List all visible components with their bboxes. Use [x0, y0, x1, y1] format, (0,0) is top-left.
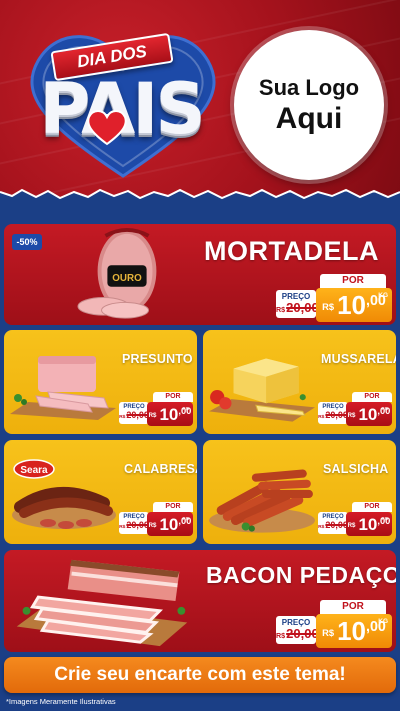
torn-paper-edge: [0, 188, 400, 206]
por-label: POR: [320, 274, 386, 288]
product-title: MORTADELA: [204, 236, 379, 266]
small-heart-icon: [87, 110, 127, 146]
por-label: POR: [352, 392, 392, 402]
price-tag: POR PREÇO R$20,00 R$ 10 ,00 KG: [318, 392, 392, 426]
old-price-box: PREÇO R$20,00: [119, 512, 149, 534]
discount-badge: -50%: [12, 234, 42, 250]
new-price: R$ 10 ,00 KG: [346, 512, 392, 536]
product-title: MUSSARELA: [321, 352, 396, 366]
price-tag: POR PREÇO R$20,00 R$ 10 ,00 KG: [318, 502, 392, 536]
old-price: R$20,00: [119, 410, 149, 420]
price-tag: POR PREÇO R$20,00 R$ 10 ,00 KG: [119, 392, 193, 426]
mortadela-image: OURO: [77, 227, 157, 319]
old-price-box: PREÇO R$20,00: [276, 290, 319, 318]
price-tag: POR PREÇO R$20,00 R$ 10 ,00 KG: [119, 502, 193, 536]
old-price-box: PREÇO R$20,00: [318, 512, 348, 534]
product-card-salsicha[interactable]: SALSICHA POR PREÇO R$20,00 R$ 10 ,00 KG: [203, 440, 396, 544]
product-title: SALSICHA: [323, 462, 389, 476]
header: DIA DOS PAIS Sua Logo Aqui: [0, 0, 400, 200]
product-title: BACON PEDAÇO: [206, 562, 396, 588]
price-tag: POR PREÇO R$20,00 R$ 10 ,00 KG: [276, 274, 392, 324]
old-price-box: PREÇO R$20,00: [119, 402, 149, 424]
mussarela-image: [209, 358, 315, 422]
old-price: R$20,00: [318, 520, 348, 530]
brand-label: OURO: [112, 273, 142, 284]
new-price: R$ 10 ,00 KG: [316, 288, 392, 322]
bacon-image: [16, 559, 188, 647]
presunto-image: [10, 356, 116, 420]
product-card-presunto[interactable]: PRESUNTO POR PREÇO R$20,00 R$ 10 ,00 KG: [4, 330, 197, 434]
old-price: R$20,00: [318, 410, 348, 420]
old-price: R$20,00: [276, 626, 319, 641]
new-price: R$ 10 ,00 KG: [147, 402, 193, 426]
logo-line-1: Sua Logo: [258, 75, 360, 100]
disclaimer-text: *Imagens Meramente Ilustrativas: [6, 697, 116, 706]
new-price: R$ 10 ,00 KG: [346, 402, 392, 426]
old-price-box: PREÇO R$20,00: [318, 402, 348, 424]
por-label: POR: [320, 600, 386, 614]
logo-line-2: Aqui: [275, 102, 343, 135]
create-flyer-button[interactable]: Crie seu encarte com este tema!: [4, 657, 396, 693]
old-price: R$20,00: [119, 520, 149, 530]
store-logo-placeholder: Sua Logo Aqui: [234, 30, 384, 180]
product-card-mussarela[interactable]: MUSSARELA POR PREÇO R$20,00 R$ 10 ,00 KG: [203, 330, 396, 434]
product-card-bacon[interactable]: BACON PEDAÇO POR PREÇO R$20,00 R$ 10 ,00…: [4, 550, 396, 652]
salsicha-image: [209, 469, 315, 533]
old-price: R$20,00: [276, 300, 319, 315]
calabresa-image: Seara: [12, 459, 116, 529]
product-title: PRESUNTO: [122, 352, 193, 366]
por-label: POR: [352, 502, 392, 512]
product-card-mortadela[interactable]: -50% OURO MORTADELA POR PREÇO R$20,00 R$…: [4, 224, 396, 325]
old-price-box: PREÇO R$20,00: [276, 616, 319, 644]
new-price: R$ 10 ,00 KG: [316, 614, 392, 648]
por-label: POR: [153, 502, 193, 512]
por-label: POR: [153, 392, 193, 402]
product-title: CALABRESA: [124, 462, 197, 476]
product-card-calabresa[interactable]: Seara CALABRESA POR PREÇO R$20,00 R$ 10 …: [4, 440, 197, 544]
brand-label: Seara: [20, 465, 48, 476]
price-tag: POR PREÇO R$20,00 R$ 10 ,00 KG: [276, 600, 392, 650]
new-price: R$ 10 ,00 KG: [147, 512, 193, 536]
